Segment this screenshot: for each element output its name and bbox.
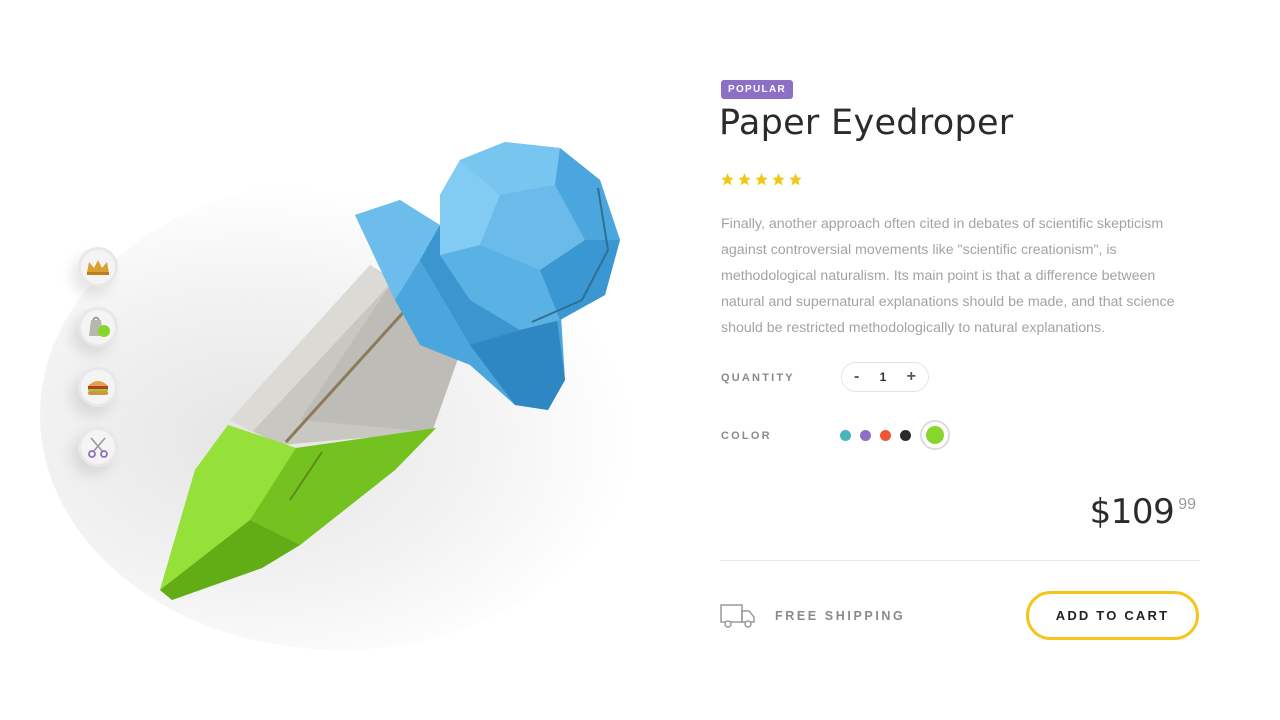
thumbnail-list	[78, 247, 120, 487]
star-icon	[772, 173, 785, 186]
quantity-stepper: - 1 +	[841, 362, 929, 392]
color-swatch-purple[interactable]	[860, 429, 871, 441]
color-swatch-green-selected[interactable]	[920, 420, 950, 450]
price-main: $109	[1089, 492, 1175, 532]
scissors-icon	[88, 437, 108, 458]
add-to-cart-button[interactable]: ADD TO CART	[1026, 591, 1199, 640]
product-title: Paper Eyedroper	[719, 103, 1014, 143]
rating-stars	[720, 172, 803, 187]
popular-badge: POPULAR	[721, 80, 793, 99]
divider	[720, 560, 1200, 561]
color-swatch-red[interactable]	[880, 429, 891, 441]
thumbnail-scissors[interactable]	[78, 427, 118, 467]
quantity-label: QUANTITY	[721, 372, 795, 384]
quantity-increase-button[interactable]: +	[907, 369, 916, 385]
thumbnail-crown[interactable]	[78, 247, 118, 287]
price: $109 99	[1090, 492, 1196, 532]
product-details: POPULAR Paper Eyedroper Finally, another…	[719, 0, 1200, 720]
product-description: Finally, another approach often cited in…	[721, 216, 1175, 336]
color-swatch-teal[interactable]	[840, 429, 851, 441]
color-swatch-black[interactable]	[900, 429, 911, 441]
star-icon	[789, 173, 802, 186]
burger-icon	[88, 381, 108, 395]
quantity-decrease-button[interactable]: -	[854, 369, 859, 385]
star-icon	[721, 173, 734, 186]
thumbnail-paper-bag[interactable]	[78, 307, 118, 347]
crown-icon	[87, 260, 109, 275]
color-swatches	[840, 420, 950, 450]
thumbnail-burger[interactable]	[78, 367, 118, 407]
quantity-value[interactable]: 1	[880, 370, 887, 384]
star-icon	[755, 173, 768, 186]
price-cents: 99	[1178, 496, 1196, 513]
star-icon	[738, 173, 751, 186]
truck-icon	[720, 604, 755, 628]
paper-bag-icon	[89, 316, 110, 337]
selected-color-dot	[926, 426, 944, 444]
color-label: COLOR	[721, 430, 772, 442]
free-shipping-label: FREE SHIPPING	[775, 609, 906, 623]
